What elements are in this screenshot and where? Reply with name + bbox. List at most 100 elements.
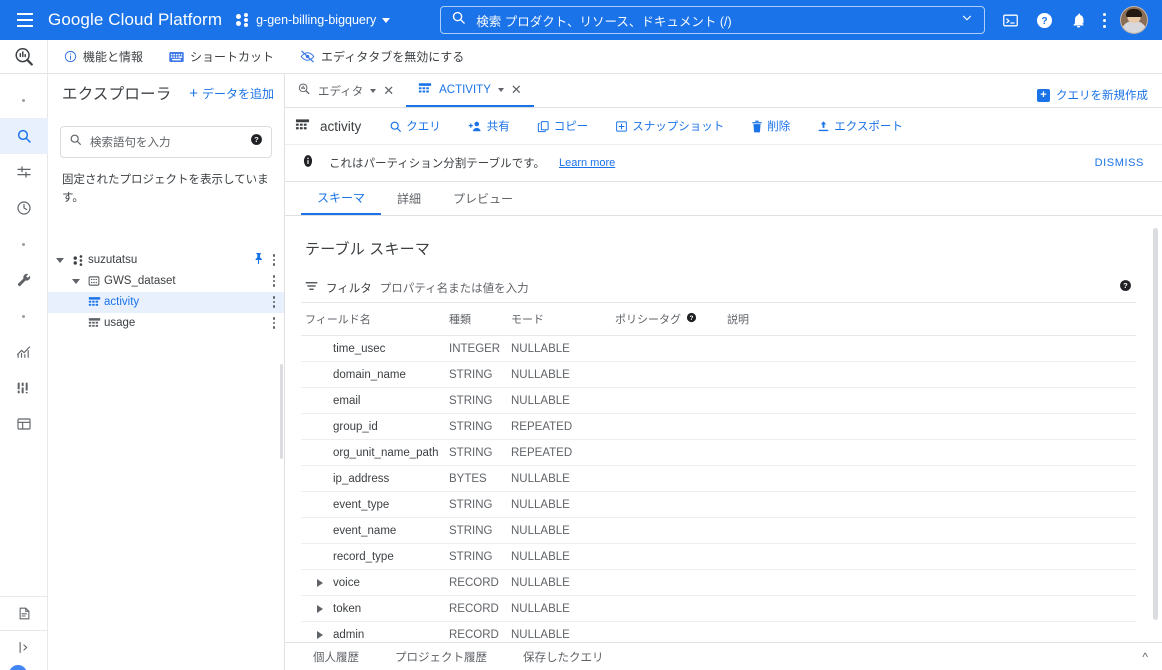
search-icon <box>451 10 466 30</box>
hamburger-icon[interactable] <box>8 3 42 37</box>
table-row[interactable]: org_unit_name_path STRING REPEATED <box>301 439 1136 466</box>
share-button[interactable]: 共有 <box>468 118 510 134</box>
help-icon[interactable]: ? <box>250 133 263 151</box>
tree-row-menu[interactable] <box>268 252 280 268</box>
help-icon[interactable]: ? <box>686 312 697 326</box>
chevron-down-icon[interactable] <box>68 278 84 284</box>
features-info-link[interactable]: 機能と情報 <box>64 48 143 65</box>
tree-item-table-usage[interactable]: usage <box>48 313 284 334</box>
add-data-button[interactable]: + データを追加 <box>189 85 274 102</box>
rail-dot-1[interactable] <box>0 82 48 118</box>
table-row[interactable]: voice RECORD NULLABLE <box>301 569 1136 596</box>
tree-row-menu[interactable] <box>268 294 280 310</box>
pin-icon[interactable] <box>253 252 264 268</box>
snapshot-button[interactable]: スナップショット <box>615 118 724 134</box>
dot-icon <box>22 98 25 102</box>
notifications-icon[interactable] <box>1068 10 1088 30</box>
rail-dot-3[interactable] <box>0 298 48 334</box>
avatar[interactable] <box>1120 6 1148 34</box>
rail-tables[interactable] <box>0 406 48 442</box>
schema-filter-row[interactable]: フィルタ プロパティ名または値を入力 ? <box>301 273 1136 303</box>
tab-editor[interactable]: エディタ ✕ <box>285 74 406 107</box>
col-header-field-name[interactable]: フィールド名 <box>301 303 449 336</box>
rail-admin[interactable] <box>0 262 48 298</box>
rail-notes[interactable] <box>0 596 48 630</box>
project-selector[interactable]: g-gen-billing-bigquery <box>236 13 391 27</box>
project-name: g-gen-billing-bigquery <box>256 13 377 27</box>
new-query-button[interactable]: + クエリを新規作成 <box>1037 87 1162 107</box>
table-row[interactable]: time_usec INTEGER NULLABLE <box>301 335 1136 362</box>
tree-item-project[interactable]: suzutatsu <box>48 250 284 271</box>
schema-scrollbar[interactable] <box>1153 228 1158 620</box>
tree-row-menu[interactable] <box>268 273 280 289</box>
export-button[interactable]: エクスポート <box>817 118 903 134</box>
rail-transfers[interactable] <box>0 154 48 190</box>
table-row[interactable]: admin RECORD NULLABLE <box>301 621 1136 642</box>
saved-queries-tab[interactable]: 保存したクエリ <box>523 649 604 665</box>
col-header-policy-tag[interactable]: ポリシータグ ? <box>615 303 727 336</box>
copy-button[interactable]: コピー <box>537 118 588 134</box>
help-icon[interactable]: ? <box>1034 10 1054 30</box>
rail-monitoring[interactable] <box>0 334 48 370</box>
search-input[interactable]: 検索 プロダクト、リソース、ドキュメント (/) <box>440 6 986 34</box>
rail-expand[interactable] <box>0 630 48 664</box>
features-info-label: 機能と情報 <box>83 50 144 64</box>
tree-label-project: suzutatsu <box>88 254 138 267</box>
chevron-down-icon[interactable] <box>497 87 504 92</box>
pinned-projects-note: 固定されたプロジェクトを表示しています。 <box>62 174 269 204</box>
more-options-icon[interactable] <box>1102 11 1106 29</box>
shortcuts-link[interactable]: ショートカット <box>169 48 274 65</box>
tree-row-menu[interactable] <box>268 315 280 331</box>
expand-row-icon[interactable] <box>317 630 323 639</box>
chevron-down-icon[interactable] <box>52 257 68 263</box>
chevron-down-icon[interactable] <box>960 11 974 30</box>
learn-more-link[interactable]: Learn more <box>559 157 615 169</box>
table-row[interactable]: record_type STRING NULLABLE <box>301 543 1136 570</box>
tree-item-dataset[interactable]: GWS_dataset <box>48 271 284 292</box>
table-row[interactable]: event_type STRING NULLABLE <box>301 491 1136 518</box>
plus-icon: + <box>189 84 198 102</box>
col-header-type[interactable]: 種類 <box>449 303 511 336</box>
dismiss-button[interactable]: DISMISS <box>1095 157 1144 169</box>
schema-table: フィールド名 種類 モード ポリシータグ ? 説明 time_usec INTE… <box>301 303 1136 642</box>
close-icon[interactable]: ✕ <box>511 82 522 98</box>
expand-row-icon[interactable] <box>317 578 323 587</box>
query-button[interactable]: クエリ <box>389 118 441 134</box>
explorer-scrollbar[interactable] <box>280 364 283 459</box>
help-icon[interactable]: ? <box>1119 279 1136 297</box>
delete-button[interactable]: 削除 <box>751 118 790 134</box>
schema-content: テーブル スキーマ フィルタ プロパティ名または値を入力 ? フィールド名 種類… <box>301 216 1136 642</box>
subtab-schema[interactable]: スキーマ <box>301 182 382 215</box>
table-row[interactable]: token RECORD NULLABLE <box>301 595 1136 622</box>
tab-activity[interactable]: ACTIVITY ✕ <box>406 74 534 107</box>
col-header-mode[interactable]: モード <box>511 303 615 336</box>
header-actions: ? <box>1000 6 1154 34</box>
chevron-down-icon[interactable] <box>370 88 377 93</box>
col-header-description[interactable]: 説明 <box>727 303 1136 336</box>
field-type: RECORD <box>449 569 511 596</box>
table-row[interactable]: ip_address BYTES NULLABLE <box>301 465 1136 492</box>
tab-strip: エディタ ✕ ACTIVITY ✕ + クエリを新規作成 <box>285 74 1162 108</box>
personal-history-tab[interactable]: 個人履歴 <box>313 649 359 665</box>
expand-row-icon[interactable] <box>317 604 323 613</box>
table-row[interactable]: group_id STRING REPEATED <box>301 413 1136 440</box>
close-icon[interactable]: ✕ <box>383 83 394 99</box>
chevron-up-icon[interactable]: ^ <box>1142 650 1148 664</box>
subtab-details[interactable]: 詳細 <box>381 182 437 215</box>
project-history-tab[interactable]: プロジェクト履歴 <box>395 649 487 665</box>
cloud-shell-icon[interactable] <box>1000 10 1020 30</box>
table-row[interactable]: email STRING NULLABLE <box>301 387 1136 414</box>
banner-text: これはパーティション分割テーブルです。 <box>329 158 545 170</box>
table-row[interactable]: event_name STRING NULLABLE <box>301 517 1136 544</box>
rail-dot-2[interactable] <box>0 226 48 262</box>
rail-analytics-hub[interactable] <box>0 370 48 406</box>
table-row[interactable]: domain_name STRING NULLABLE <box>301 361 1136 388</box>
table-name: activity <box>320 118 362 134</box>
explorer-search-input[interactable]: 検索語句を入力 ? <box>60 126 272 158</box>
subtab-preview[interactable]: プレビュー <box>437 182 529 215</box>
rail-history[interactable] <box>0 190 48 226</box>
tree-item-table-activity[interactable]: activity <box>48 291 284 313</box>
rail-search[interactable] <box>0 118 48 154</box>
disable-editor-tabs-link[interactable]: エディタタブを無効にする <box>300 48 464 65</box>
search-icon <box>69 133 82 151</box>
